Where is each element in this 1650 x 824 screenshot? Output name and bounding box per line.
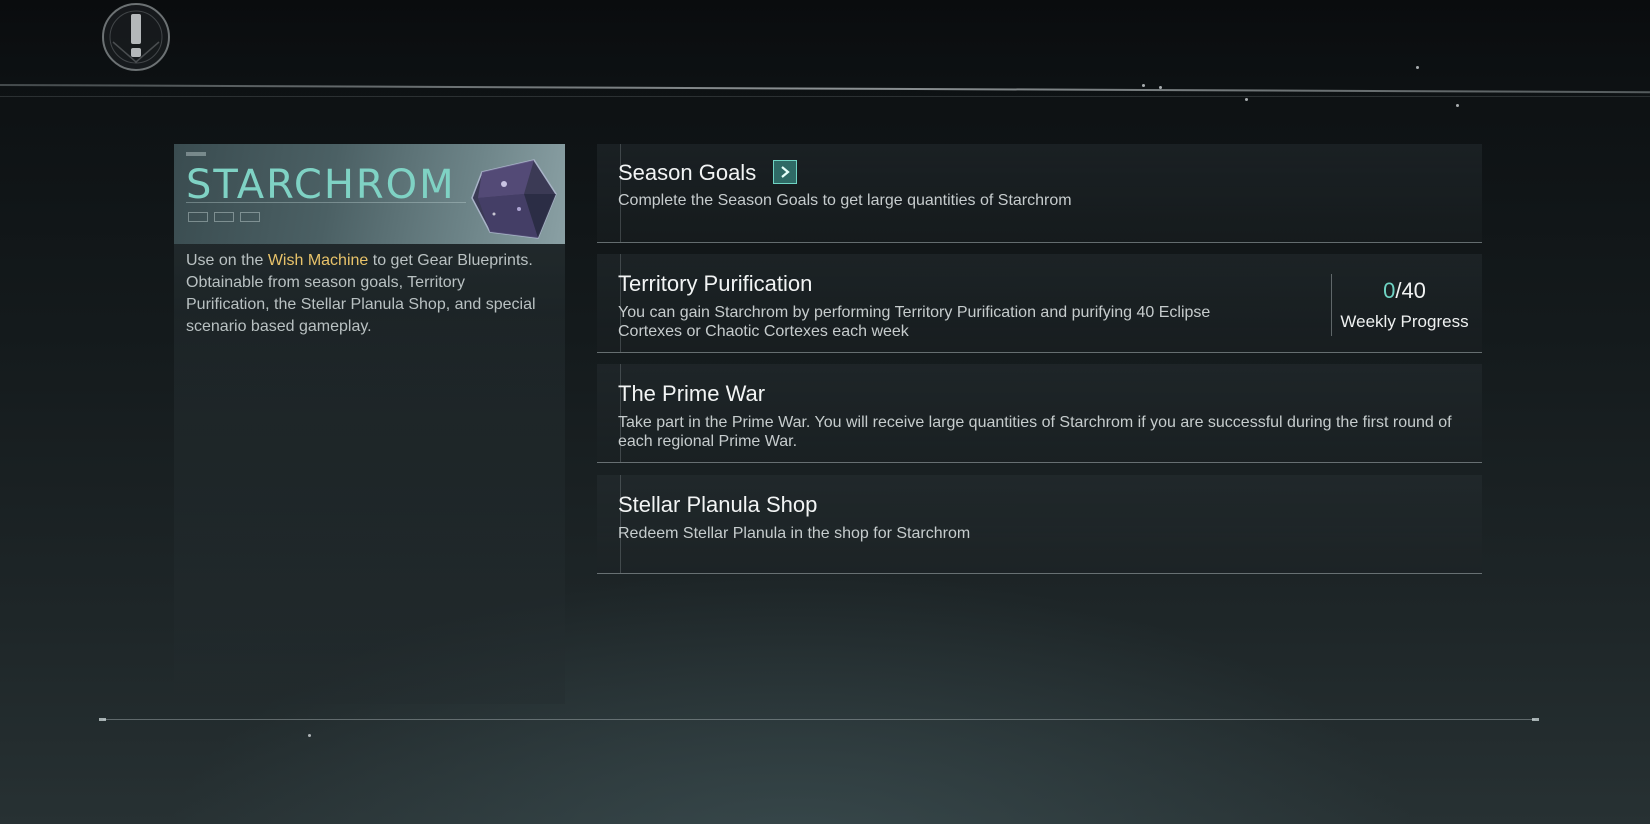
source-description: You can gain Starchrom by performing Ter… <box>618 304 1211 340</box>
footer-divider-cap-left <box>99 718 106 721</box>
source-description: Take part in the Prime War. You will rec… <box>618 414 1452 450</box>
star-speck <box>308 734 311 737</box>
exclamation-emblem-icon <box>102 3 170 71</box>
header-divider <box>0 84 1650 94</box>
source-territory-purification[interactable]: Territory Purification You can gain Star… <box>597 254 1482 353</box>
progress-count: 0/40 <box>1383 278 1426 303</box>
source-description: Complete the Season Goals to get large q… <box>618 192 1072 209</box>
chevron-right-icon <box>781 166 790 178</box>
banner-tag <box>186 152 206 156</box>
source-title: Stellar Planula Shop <box>618 492 818 517</box>
season-goals-go-button[interactable] <box>773 160 797 184</box>
star-speck <box>1416 66 1419 69</box>
footer-divider <box>103 719 1535 720</box>
banner-underline <box>186 202 466 203</box>
source-season-goals[interactable]: Season Goals Complete the Season Goals t… <box>597 144 1482 243</box>
star-speck <box>1142 84 1145 87</box>
weekly-progress: 0/40 Weekly Progress <box>1331 274 1477 336</box>
source-title: Season Goals <box>618 160 757 185</box>
starchrom-crystal-icon <box>471 159 557 239</box>
currency-description: Use on the Wish Machine to get Gear Blue… <box>186 252 536 335</box>
source-prime-war[interactable]: The Prime War Take part in the Prime War… <box>597 364 1482 463</box>
star-speck <box>1159 86 1162 89</box>
header-divider-secondary <box>0 96 1650 97</box>
progress-label: Weekly Progress <box>1340 312 1469 331</box>
footer-divider-cap-right <box>1532 718 1539 721</box>
currency-banner: STARCHROM <box>174 144 565 244</box>
wish-machine-link: Wish Machine <box>267 252 369 269</box>
star-speck <box>1456 104 1459 107</box>
source-stellar-planula-shop[interactable]: Stellar Planula Shop Redeem Stellar Plan… <box>597 475 1482 574</box>
banner-indicators <box>188 212 260 222</box>
currency-info-card: STARCHROM Use on the Wish Machine to get… <box>174 144 565 704</box>
star-speck <box>1245 98 1248 101</box>
source-title: The Prime War <box>618 381 766 406</box>
source-title: Territory Purification <box>618 271 813 296</box>
source-description: Redeem Stellar Planula in the shop for S… <box>618 525 971 542</box>
